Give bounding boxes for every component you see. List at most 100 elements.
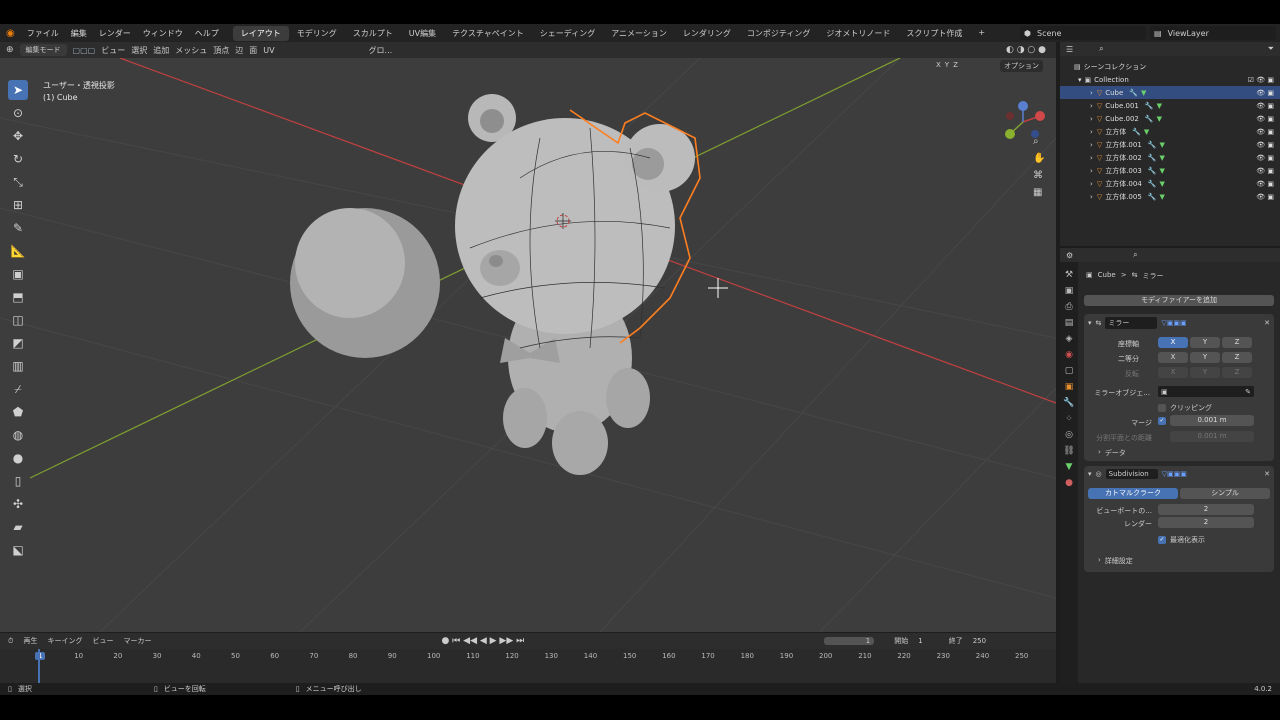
chevron-right-icon[interactable]: › xyxy=(1090,128,1093,136)
menu-uv[interactable]: UV xyxy=(263,46,274,55)
viewport-levels-field[interactable]: 2 xyxy=(1158,504,1254,515)
outliner-editor-icon[interactable]: ☰ xyxy=(1066,45,1073,54)
keying-menu[interactable]: キーイング xyxy=(47,636,82,646)
edge-slide-tool-icon[interactable]: ▯ xyxy=(8,471,28,491)
particles-tab-icon[interactable]: ⁘ xyxy=(1065,414,1073,424)
merge-checkbox[interactable]: ✓ xyxy=(1158,417,1166,425)
scene-tab-icon[interactable]: ◈ xyxy=(1066,334,1073,344)
scene-collection-row[interactable]: ▤ シーンコレクション xyxy=(1060,60,1280,73)
outliner-item[interactable]: › ▽ 立方体.004 🔧 ▼ 👁 ▣ xyxy=(1060,177,1280,190)
timeline[interactable]: ⏱ 再生 キーイング ビュー マーカー ● ⏮ ◀◀ ◀ ▶ ▶▶ ⏭ 1 開始… xyxy=(0,633,1056,683)
physics-tab-icon[interactable]: ◎ xyxy=(1065,430,1073,440)
close-icon[interactable]: ✕ xyxy=(1264,470,1270,478)
sphere-object[interactable] xyxy=(290,208,440,358)
constraints-tab-icon[interactable]: ⛓ xyxy=(1063,446,1074,456)
options-button[interactable]: オプション xyxy=(1000,60,1043,72)
view-layer-selector[interactable]: ▤ ViewLayer xyxy=(1150,26,1276,40)
mesh-data-icon[interactable]: ▼ xyxy=(1157,102,1162,110)
mesh-data-icon[interactable]: ▼ xyxy=(1160,167,1165,175)
outliner-item[interactable]: › ▽ 立方体 🔧 ▼ 👁 ▣ xyxy=(1060,125,1280,138)
spin-tool-icon[interactable]: ◍ xyxy=(8,425,28,445)
visibility-icon[interactable]: 👁 ▣ xyxy=(1256,193,1274,201)
axis-y-toggle[interactable]: Y xyxy=(1190,337,1220,348)
axis-y[interactable]: Y xyxy=(945,61,949,69)
start-frame-value[interactable]: 1 xyxy=(918,637,922,645)
annotate-tool-icon[interactable]: ✎ xyxy=(8,218,28,238)
bisect-x-toggle[interactable]: X xyxy=(1158,352,1188,363)
menu-file[interactable]: ファイル xyxy=(21,28,65,39)
modifier-tab-icon[interactable]: 🔧 xyxy=(1063,398,1074,408)
chevron-right-icon[interactable]: › xyxy=(1090,89,1093,97)
playback-menu[interactable]: 再生 xyxy=(23,636,37,646)
chevron-right-icon[interactable]: › xyxy=(1090,167,1093,175)
world-tab-icon[interactable]: ◉ xyxy=(1065,350,1073,360)
chevron-right-icon[interactable]: › xyxy=(1090,102,1093,110)
eyedropper-icon[interactable]: ✎ xyxy=(1245,388,1251,396)
loop-cut-tool-icon[interactable]: ▥ xyxy=(8,356,28,376)
poly-build-tool-icon[interactable]: ⬟ xyxy=(8,402,28,422)
properties-editor[interactable]: ⚙ ⌕ ⚒ ▣ ⎙ ▤ ◈ ◉ ▢ ▣ 🔧 ⁘ ◎ ⛓ ▼ ● ▣ Cube >… xyxy=(1060,248,1280,683)
outliner-item[interactable]: › ▽ 立方体.005 🔧 ▼ 👁 ▣ xyxy=(1060,190,1280,203)
shading-buttons[interactable]: ◐ ◑ ○ ● xyxy=(1006,45,1046,55)
chevron-right-icon[interactable]: › xyxy=(1090,154,1093,162)
checkbox-icon[interactable]: ☑ 👁 ▣ xyxy=(1248,76,1274,84)
bisect-z-toggle[interactable]: Z xyxy=(1222,352,1252,363)
visibility-icon[interactable]: 👁 ▣ xyxy=(1256,180,1274,188)
search-icon[interactable]: ⌕ xyxy=(1133,250,1137,260)
add-modifier-button[interactable]: モディファイアーを追加 xyxy=(1084,295,1274,306)
extrude-tool-icon[interactable]: ⬒ xyxy=(8,287,28,307)
modifier-icon[interactable]: 🔧 xyxy=(1148,167,1157,175)
editor-type-icon[interactable]: ⊕ xyxy=(6,45,14,55)
tab-texture-paint[interactable]: テクスチャペイント xyxy=(444,26,532,41)
outliner-item[interactable]: › ▽ 立方体.002 🔧 ▼ 👁 ▣ xyxy=(1060,151,1280,164)
render-levels-field[interactable]: 2 xyxy=(1158,517,1254,528)
playhead[interactable] xyxy=(38,649,40,683)
tab-sculpting[interactable]: スカルプト xyxy=(345,26,401,41)
filter-icon[interactable]: ⏷ xyxy=(1268,44,1274,54)
menu-help[interactable]: ヘルプ xyxy=(189,28,225,39)
mesh-data-icon[interactable]: ▼ xyxy=(1160,141,1165,149)
tab-scripting[interactable]: スクリプト作成 xyxy=(898,26,970,41)
menu-face[interactable]: 面 xyxy=(249,45,257,56)
chevron-right-icon[interactable]: › xyxy=(1090,141,1093,149)
shrink-fatten-tool-icon[interactable]: ✣ xyxy=(8,494,28,514)
material-tab-icon[interactable]: ● xyxy=(1065,478,1073,488)
modifier-icon[interactable]: 🔧 xyxy=(1145,115,1154,123)
advanced-subpanel[interactable]: › 詳細設定 xyxy=(1098,556,1133,566)
viewport-canvas[interactable] xyxy=(0,58,1056,632)
modifier-toggle-icons[interactable]: ▽▣▣▣ xyxy=(1162,470,1187,478)
bear-object[interactable] xyxy=(455,94,695,475)
axis-z[interactable]: Z xyxy=(953,61,958,69)
clipping-checkbox[interactable]: クリッピング xyxy=(1158,403,1212,413)
chevron-right-icon[interactable]: › xyxy=(1090,193,1093,201)
frame-ruler[interactable]: 1 10 20 30 40 50 60 70 80 90 100 110 120 130 140 150 160… xyxy=(0,652,1056,664)
grid-view-icon[interactable]: ▦ xyxy=(1033,187,1045,198)
view-menu[interactable]: ビュー xyxy=(92,636,113,646)
blender-logo-icon[interactable]: ◉ xyxy=(0,28,21,39)
tool-tab-icon[interactable]: ⚒ xyxy=(1065,270,1073,280)
mode-selector[interactable]: 編集モード xyxy=(19,44,67,56)
transform-orientation[interactable]: グロ... xyxy=(369,45,393,56)
tab-geometry-nodes[interactable]: ジオメトリノード xyxy=(818,26,898,41)
inset-tool-icon[interactable]: ◫ xyxy=(8,310,28,330)
measure-tool-icon[interactable]: 📐 xyxy=(8,241,28,261)
modifier-icon[interactable]: 🔧 xyxy=(1148,154,1157,162)
modifier-icon[interactable]: 🔧 xyxy=(1148,180,1157,188)
axis-z-toggle[interactable]: Z xyxy=(1222,337,1252,348)
outliner-item[interactable]: › ▽ Cube.001 🔧 ▼ 👁 ▣ xyxy=(1060,99,1280,112)
menu-render[interactable]: レンダー xyxy=(93,28,137,39)
visibility-icon[interactable]: 👁 ▣ xyxy=(1256,102,1274,110)
menu-add[interactable]: 追加 xyxy=(153,45,169,56)
chevron-right-icon[interactable]: › xyxy=(1090,115,1093,123)
3d-viewport[interactable]: ⊕ 編集モード ▢▢▢ ビュー 選択 追加 メッシュ 頂点 辺 面 UV グロ.… xyxy=(0,42,1056,632)
mesh-data-icon[interactable]: ▼ xyxy=(1157,115,1162,123)
collection-tab-icon[interactable]: ▢ xyxy=(1065,366,1074,376)
tab-shading[interactable]: シェーディング xyxy=(532,26,603,41)
mesh-data-icon[interactable]: ▼ xyxy=(1141,89,1146,97)
modifier-icon[interactable]: 🔧 xyxy=(1148,141,1157,149)
chevron-down-icon[interactable]: ▾ xyxy=(1088,319,1092,327)
playback-controls[interactable]: ● ⏮ ◀◀ ◀ ▶ ▶▶ ⏭ xyxy=(441,636,524,646)
current-frame-field[interactable]: 1 xyxy=(824,637,875,645)
mesh-data-icon[interactable]: ▼ xyxy=(1160,154,1165,162)
outliner-item[interactable]: › ▽ 立方体.003 🔧 ▼ 👁 ▣ xyxy=(1060,164,1280,177)
